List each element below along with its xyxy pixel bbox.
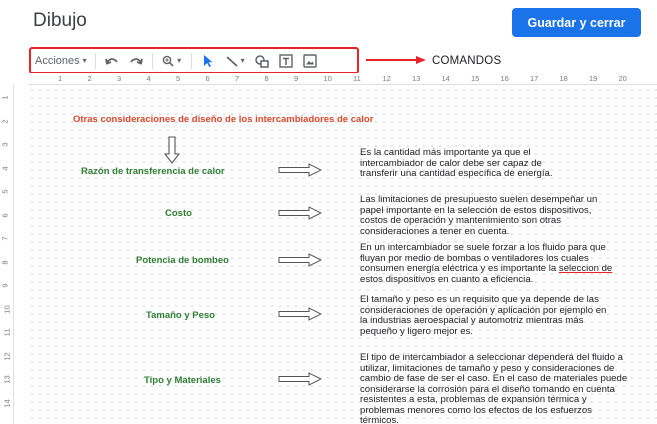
ruler-mark: 4 — [0, 165, 10, 171]
chevron-down-icon: ▾ — [240, 56, 245, 65]
text-line: consumen energía eléctrica y es importan… — [360, 263, 650, 275]
ruler-mark: 17 — [530, 74, 539, 83]
text-line: estos dispositivos en cuanto a eficienci… — [360, 273, 534, 285]
toolbar-divider — [190, 52, 192, 69]
actions-menu[interactable]: Acciones ▾ — [31, 50, 91, 71]
ruler-mark: 5 — [0, 189, 10, 194]
description-pumping-power[interactable]: En un intercambiador se suele forzar a l… — [360, 242, 650, 285]
text-line: En un intercambiador se suele forzar a l… — [360, 242, 606, 253]
ruler-mark: 9 — [0, 283, 10, 288]
ruler-mark: 11 — [2, 328, 12, 337]
vertical-ruler: 1 2 3 4 5 6 7 8 9 10 11 12 13 14 — [0, 85, 14, 424]
line-icon[interactable]: ▾ — [220, 50, 250, 71]
ruler-mark: 3 — [117, 74, 122, 83]
text-line: pequeño y ligero mejor es. — [360, 325, 474, 337]
text-line: Las limitaciones de presupuesto suelen d… — [360, 194, 598, 205]
text-line: la industrias aeroespacial y automotriz … — [360, 315, 584, 326]
ruler-mark: 20 — [618, 74, 627, 83]
underlined-word: seleccion de — [558, 263, 613, 274]
drawing-heading[interactable]: Otras consideraciones de diseño de los i… — [73, 114, 373, 125]
text-line: problemas menores como los efectos de lo… — [360, 404, 592, 416]
ruler-mark: 13 — [412, 74, 421, 83]
save-and-close-button[interactable]: Guardar y cerrar — [512, 8, 641, 37]
ruler-mark: 14 — [2, 398, 12, 408]
ruler-mark: 19 — [589, 74, 598, 83]
ruler-mark: 11 — [353, 74, 361, 83]
row-label-pumping-power[interactable]: Potencia de bombeo — [136, 255, 229, 266]
text-line: resistentes a esta, problemas de expansi… — [360, 394, 587, 405]
right-arrow-icon[interactable] — [278, 372, 322, 386]
textbox-icon[interactable] — [274, 50, 298, 71]
ruler-mark: 4 — [146, 74, 151, 83]
ruler-mark: 1 — [58, 74, 63, 83]
text-line: Es la cantidad más importante ya que el — [360, 147, 531, 158]
text-line: consideraciones a tener en cuenta. — [360, 225, 510, 237]
shape-icon[interactable] — [250, 50, 274, 71]
ruler-mark: 8 — [0, 259, 10, 265]
annotation-arrow-icon — [366, 56, 426, 64]
description-type-materials[interactable]: El tipo de intercambiador a seleccionar … — [360, 353, 657, 424]
ruler-mark: 9 — [294, 74, 299, 83]
ruler-mark: 3 — [0, 142, 10, 147]
ruler-mark: 16 — [500, 74, 509, 83]
horizontal-ruler: 1 2 3 4 5 6 7 8 9 10 11 12 13 14 15 16 17 18 19 20 — [28, 73, 657, 85]
text-line: térmicos. — [360, 415, 399, 424]
ruler-mark: 6 — [0, 212, 10, 218]
ruler-mark: 12 — [2, 351, 12, 361]
right-arrow-icon[interactable] — [278, 253, 322, 267]
redo-icon[interactable] — [124, 50, 148, 71]
ruler-mark: 8 — [264, 74, 269, 83]
ruler-mark: 7 — [235, 74, 240, 83]
ruler-mark: 2 — [0, 118, 10, 124]
dialog-title: Dibujo — [33, 10, 87, 31]
ruler-mark: 5 — [176, 74, 181, 83]
row-label-cost[interactable]: Costo — [165, 208, 192, 219]
image-icon[interactable] — [298, 50, 322, 71]
description-size-weight[interactable]: El tamaño y peso es un requisito que ya … — [360, 294, 644, 337]
ruler-mark: 15 — [471, 74, 480, 83]
chevron-down-icon: ▾ — [82, 56, 87, 65]
ruler-mark: 10 — [323, 74, 332, 83]
text-line: El tipo de intercambiador a seleccionar … — [360, 353, 623, 363]
ruler-mark: 6 — [205, 74, 210, 83]
chevron-down-icon: ▾ — [177, 56, 182, 65]
drawing-toolbar: Acciones ▾ ▾ ▾ — [29, 47, 359, 74]
right-arrow-icon[interactable] — [278, 307, 322, 321]
actions-menu-label: Acciones — [35, 54, 80, 67]
row-label-size-weight[interactable]: Tamaño y Peso — [146, 310, 215, 321]
dialog-header: Dibujo Guardar y cerrar — [0, 0, 657, 44]
description-cost[interactable]: Las limitaciones de presupuesto suelen d… — [360, 194, 639, 237]
text-line: transferir una cantidad específica de en… — [360, 168, 553, 179]
description-heat-transfer[interactable]: Es la cantidad más importante ya que el … — [360, 147, 612, 180]
text-segment: consumen energía eléctrica y es importan… — [360, 263, 557, 274]
row-label-heat-transfer[interactable]: Razón de transferencia de calor — [81, 166, 225, 177]
toolbar-divider — [94, 52, 96, 69]
down-arrow-icon[interactable] — [164, 136, 180, 164]
ruler-mark: 2 — [87, 74, 92, 83]
ruler-mark: 13 — [2, 375, 12, 384]
ruler-mark: 12 — [382, 74, 391, 83]
right-arrow-icon[interactable] — [278, 163, 322, 177]
ruler-mark: 1 — [0, 95, 10, 100]
toolbar-divider — [151, 52, 153, 69]
zoom-icon[interactable]: ▾ — [157, 50, 187, 71]
ruler-mark: 7 — [0, 236, 10, 241]
text-line: cambio de fase de ser el caso. En el cas… — [360, 373, 628, 384]
ruler-mark: 14 — [441, 74, 450, 83]
ruler-mark: 10 — [2, 304, 12, 314]
select-icon[interactable] — [196, 50, 220, 71]
row-label-type-materials[interactable]: Tipo y Materiales — [144, 375, 221, 386]
right-arrow-icon[interactable] — [278, 206, 322, 220]
text-line: El tamaño y peso es un requisito que ya … — [360, 294, 599, 305]
ruler-mark: 18 — [559, 74, 568, 83]
annotation-label: COMANDOS — [432, 55, 502, 67]
undo-icon[interactable] — [100, 50, 124, 71]
text-line: costos de operación y mantenimiento son … — [360, 215, 562, 226]
